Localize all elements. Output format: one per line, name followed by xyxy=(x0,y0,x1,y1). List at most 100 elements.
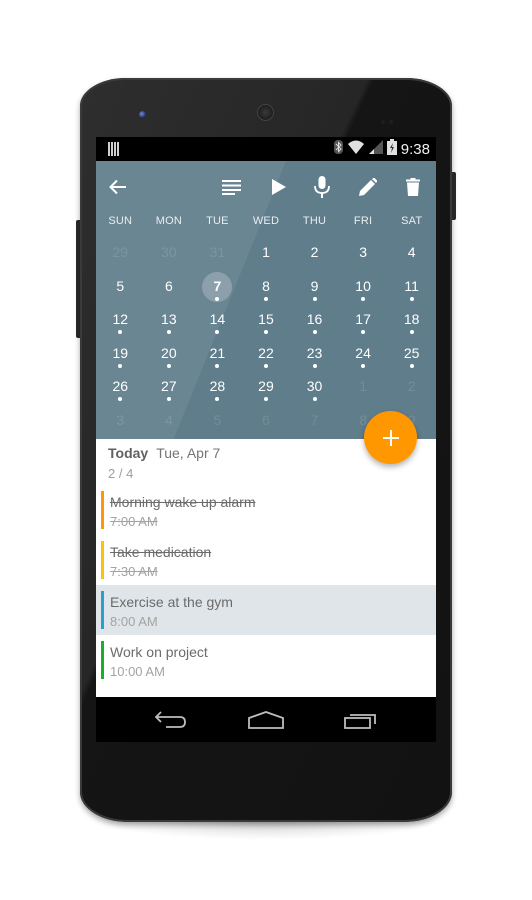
calendar-day[interactable]: 19 xyxy=(96,338,145,372)
event-dot xyxy=(263,397,268,402)
list-icon xyxy=(221,180,241,195)
calendar-week: 12 13 14 15 16 17 18 xyxy=(96,304,436,338)
wifi-icon xyxy=(347,140,365,159)
calendar-day[interactable]: 8 xyxy=(242,271,291,305)
add-task-button[interactable] xyxy=(364,411,417,464)
event-dot xyxy=(409,363,414,368)
calendar-day[interactable]: 24 xyxy=(339,338,388,372)
calendar-day[interactable]: 22 xyxy=(242,338,291,372)
calendar-day[interactable]: 15 xyxy=(242,304,291,338)
event-dot xyxy=(409,330,414,335)
back-icon xyxy=(155,711,186,728)
phone-screen: 9:38 SUN MON TUE WED THU FRI SAT 29 30 3… xyxy=(96,137,436,742)
day-number: 25 xyxy=(403,344,420,361)
microphone-icon xyxy=(314,176,330,198)
event-dot xyxy=(263,330,268,335)
microphone-button[interactable] xyxy=(309,174,335,200)
calendar-day[interactable]: 28 xyxy=(193,371,242,405)
day-number: 24 xyxy=(355,344,371,361)
calendar-day[interactable]: 13 xyxy=(145,304,194,338)
calendar-day[interactable]: 2 xyxy=(290,237,339,271)
calendar-day[interactable]: 12 xyxy=(96,304,145,338)
day-number: 5 xyxy=(213,411,222,428)
task-item[interactable]: Exercise at the gym 8:00 AM xyxy=(96,585,436,635)
today-label: Today xyxy=(108,445,149,461)
calendar-day[interactable]: 31 xyxy=(193,237,242,271)
calendar-day[interactable]: 17 xyxy=(339,304,388,338)
calendar-day[interactable]: 18 xyxy=(387,304,436,338)
calendar-day[interactable]: 2 xyxy=(387,371,436,405)
event-dot xyxy=(312,363,317,368)
toolbar xyxy=(96,161,436,213)
calendar-day[interactable]: 30 xyxy=(145,237,194,271)
event-dot xyxy=(166,363,171,368)
calendar-day[interactable]: 10 xyxy=(339,271,388,305)
task-item[interactable]: Work on project 10:00 AM xyxy=(96,635,436,685)
calendar-day[interactable]: 3 xyxy=(96,405,145,439)
task-color-bar xyxy=(101,641,104,679)
task-title: Take medication xyxy=(110,544,212,560)
day-number: 8 xyxy=(262,277,270,294)
day-number: 1 xyxy=(359,378,367,395)
calendar-day[interactable]: 6 xyxy=(242,405,291,439)
day-number: 6 xyxy=(262,411,270,428)
day-number: 28 xyxy=(209,378,226,395)
calendar-day[interactable]: 11 xyxy=(387,271,436,305)
calendar-day[interactable]: 1 xyxy=(339,371,388,405)
calendar-day[interactable]: 16 xyxy=(290,304,339,338)
nav-home-button[interactable] xyxy=(246,707,286,733)
calendar-day[interactable]: 20 xyxy=(145,338,194,372)
weekday-header: SUN MON TUE WED THU FRI SAT xyxy=(96,215,436,231)
calendar-day[interactable]: 29 xyxy=(96,237,145,271)
calendar-day[interactable]: 1 xyxy=(242,237,291,271)
calendar-day[interactable]: 7 xyxy=(290,405,339,439)
play-button[interactable] xyxy=(266,174,292,200)
day-number: 14 xyxy=(209,311,226,328)
day-number: 20 xyxy=(161,344,177,361)
calendar-day[interactable]: 3 xyxy=(339,237,388,271)
task-item[interactable]: Take medication 7:30 AM xyxy=(96,535,436,585)
nav-back-button[interactable] xyxy=(151,707,191,733)
day-number: 5 xyxy=(116,277,125,294)
calendar-day[interactable]: 29 xyxy=(242,371,291,405)
calendar-day[interactable]: 14 xyxy=(193,304,242,338)
delete-trash-icon xyxy=(406,178,420,196)
list-button[interactable] xyxy=(218,174,244,200)
day-number: 3 xyxy=(116,411,125,428)
event-dot xyxy=(118,330,123,335)
day-number: 2 xyxy=(310,244,319,260)
day-number: 22 xyxy=(258,344,274,361)
edit-button[interactable] xyxy=(355,174,381,200)
task-color-bar xyxy=(101,491,104,529)
completion-count: 2 / 4 xyxy=(108,466,134,481)
back-button[interactable] xyxy=(105,174,131,200)
task-item[interactable]: Morning wake up alarm 7:00 AM xyxy=(96,485,436,535)
calendar-day[interactable]: 4 xyxy=(145,405,194,439)
arrow-back-icon xyxy=(109,179,126,195)
day-number: 29 xyxy=(258,378,274,395)
front-camera xyxy=(139,111,146,118)
calendar-day[interactable]: 9 xyxy=(290,271,339,305)
day-number: 30 xyxy=(161,244,177,260)
calendar-day[interactable]: 6 xyxy=(145,271,194,305)
nav-recents-button[interactable] xyxy=(341,707,381,733)
day-number: 4 xyxy=(164,411,173,428)
calendar-day[interactable]: 23 xyxy=(290,338,339,372)
day-number: 31 xyxy=(209,244,226,260)
event-dot xyxy=(361,363,366,368)
event-dot xyxy=(118,397,123,402)
day-number: 17 xyxy=(355,311,371,328)
calendar-week: 26 27 28 29 30 1 2 xyxy=(96,371,436,405)
calendar-day-today[interactable]: 7 xyxy=(193,271,242,305)
day-number: 10 xyxy=(355,277,371,294)
calendar-day[interactable]: 30 xyxy=(290,371,339,405)
delete-button[interactable] xyxy=(400,174,426,200)
calendar-day[interactable]: 26 xyxy=(96,371,145,405)
calendar-day[interactable]: 21 xyxy=(193,338,242,372)
calendar-day[interactable]: 4 xyxy=(387,237,436,271)
calendar-day[interactable]: 5 xyxy=(193,405,242,439)
calendar-day[interactable]: 27 xyxy=(145,371,194,405)
day-number: 26 xyxy=(112,378,129,395)
calendar-day[interactable]: 5 xyxy=(96,271,145,305)
calendar-day[interactable]: 25 xyxy=(387,338,436,372)
